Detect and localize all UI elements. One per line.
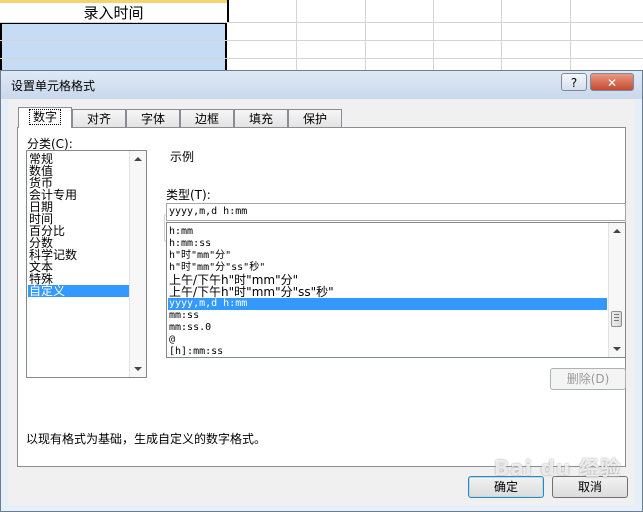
close-button[interactable]: ✕ [590,73,634,91]
number-tab-panel: 分类(C): 常规 数值 货币 会计专用 日期 时间 百分比 分数 科学记数 文… [17,127,626,467]
sample-label: 示例 [170,150,195,164]
category-scrollbar[interactable] [129,151,146,377]
scroll-down-arrow-icon[interactable] [613,347,621,351]
help-button[interactable]: ? [561,73,587,91]
scroll-up-arrow-icon[interactable] [613,229,621,233]
list-item[interactable]: h"时"mm"分" [168,250,607,262]
grid-line [0,40,643,41]
list-item[interactable]: 上午/下午h"时"mm"分"ss"秒" [168,286,607,298]
list-item[interactable]: [h]:mm:ss [168,346,607,357]
list-item-selected[interactable]: 自定义 [28,285,131,297]
tab-alignment[interactable]: 对齐 [72,109,126,127]
grid-line [0,58,643,59]
grid-line [0,22,643,23]
watermark-logo: Bai du 经验 [494,456,622,480]
dialog-title: 设置单元格格式 [11,79,96,93]
type-input[interactable]: yyyy,m,d h:mm [166,203,626,221]
category-listbox[interactable]: 常规 数值 货币 会计专用 日期 时间 百分比 分数 科学记数 文本 特殊 自定… [26,150,147,378]
tab-fill[interactable]: 填充 [234,109,288,127]
tab-protection[interactable]: 保护 [288,109,342,127]
header-cell[interactable]: 录入时间 [0,0,229,22]
type-listbox[interactable]: h:mm h:mm:ss h"时"mm"分" h"时"mm"分"ss"秒" 上午… [166,222,626,358]
list-item[interactable]: h:mm [168,226,607,238]
format-description: 以现有格式为基础，生成自定义的数字格式。 [26,432,267,446]
list-item[interactable]: @ [168,334,607,346]
list-item[interactable]: mm:ss [168,310,607,322]
format-cells-dialog: 设置单元格格式 ? ✕ 数字 对齐 字体 边框 填充 保护 分类(C): 常规 … [0,70,643,512]
scroll-down-arrow-icon[interactable] [134,367,142,371]
type-label: 类型(T): [166,188,211,202]
list-item[interactable]: h:mm:ss [168,238,607,250]
delete-button[interactable]: 删除(D) [550,368,626,390]
tab-font[interactable]: 字体 [126,109,180,127]
selected-cell-range[interactable] [0,22,227,72]
list-item-selected[interactable]: yyyy,m,d h:mm [168,298,607,310]
scroll-thumb[interactable] [611,311,622,327]
dialog-title-bar[interactable]: 设置单元格格式 ? ✕ [1,71,642,99]
dialog-client-area: 数字 对齐 字体 边框 填充 保护 分类(C): 常规 数值 货币 会计专用 日… [8,99,635,505]
tab-number[interactable]: 数字 [18,107,72,128]
list-item[interactable]: mm:ss.0 [168,322,607,334]
type-scrollbar[interactable] [608,223,625,357]
tab-border[interactable]: 边框 [180,109,234,127]
scroll-up-arrow-icon[interactable] [134,157,142,161]
